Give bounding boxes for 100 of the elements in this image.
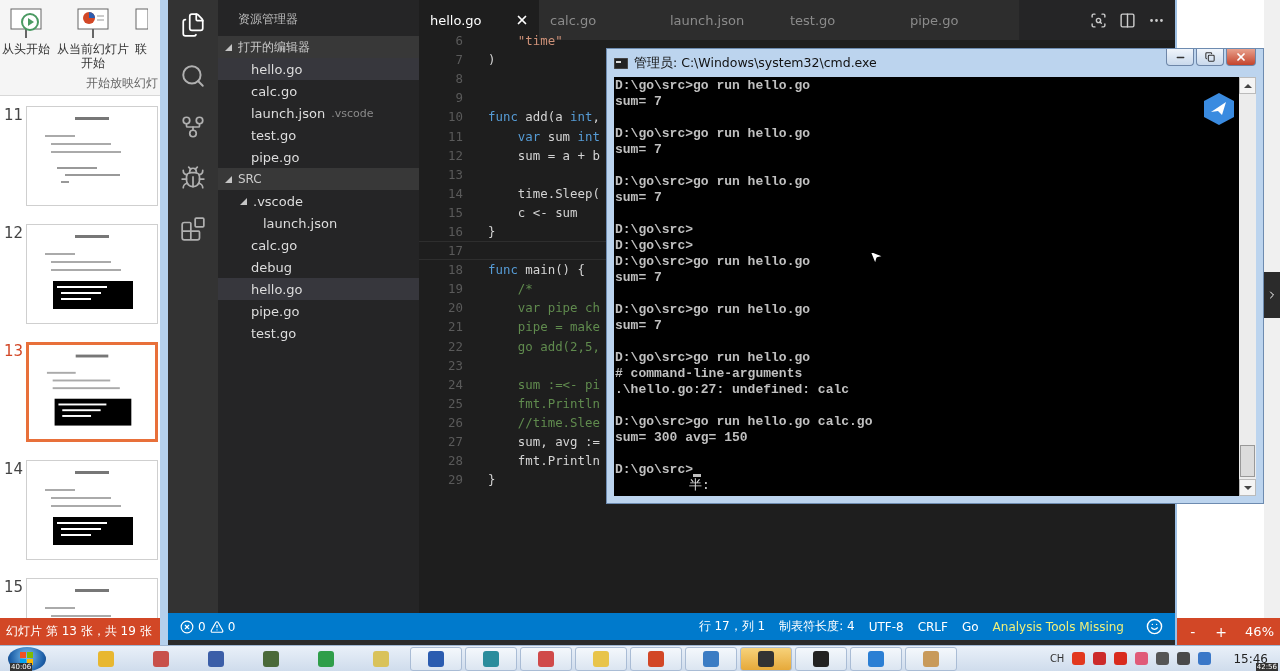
code-line: go add(2,5, <box>516 338 600 354</box>
line-number: 12 <box>447 147 463 163</box>
input-language[interactable]: CH <box>1049 653 1065 664</box>
file-item[interactable]: launch.json .vscode <box>218 102 419 124</box>
zoom-in-button[interactable]: + <box>1213 623 1230 640</box>
projector-play-icon <box>8 6 44 40</box>
taskbar-app-button[interactable] <box>410 646 462 671</box>
file-item[interactable]: test.go <box>218 124 419 146</box>
analysis-status[interactable]: Analysis Tools Missing <box>992 619 1124 634</box>
slide-number: 12 <box>3 224 25 242</box>
start-button[interactable] <box>8 646 46 671</box>
code-line: fmt.Println <box>516 395 600 411</box>
line-number: 24 <box>447 376 463 392</box>
search-icon[interactable] <box>1090 11 1107 29</box>
terminal-line: .\hello.go:27: undefined: calc <box>615 382 850 398</box>
slide-thumbnail[interactable] <box>26 460 158 560</box>
restore-button[interactable] <box>1196 49 1224 66</box>
section-header[interactable]: SRC <box>218 168 419 190</box>
code-line: } <box>488 472 496 488</box>
line-number: 26 <box>447 414 463 430</box>
sidebar-title: 资源管理器 <box>237 11 299 28</box>
taskbar-app-button[interactable] <box>795 646 847 671</box>
zoom-out-button[interactable]: - <box>1188 623 1198 640</box>
close-button[interactable] <box>1226 49 1256 66</box>
tray-icon[interactable] <box>1072 652 1086 665</box>
terminal-line: D:\go\src> <box>615 238 693 254</box>
code-line: sum = a + b <box>516 147 600 163</box>
slideshow-button[interactable]: 联 <box>134 6 148 56</box>
file-item[interactable]: pipe.go <box>218 146 419 168</box>
tray-icon[interactable] <box>1093 652 1107 665</box>
code-line: sum, avg := <box>516 434 600 449</box>
line-number: 14 <box>447 185 463 201</box>
line-number: 21 <box>447 319 463 335</box>
line-number: 27 <box>447 434 463 449</box>
taskbar-app-button[interactable] <box>740 646 792 671</box>
status-item[interactable]: UTF-8 <box>868 619 904 634</box>
code-line: c <- sum <box>516 204 578 220</box>
terminal-icon <box>614 57 628 69</box>
editor-tab[interactable]: launch.json <box>659 0 779 40</box>
projector-chart-icon <box>75 6 111 40</box>
terminal-line: D:\go\src> <box>615 462 693 478</box>
minimize-button[interactable] <box>1166 49 1194 66</box>
error-icon <box>180 619 194 634</box>
close-icon[interactable] <box>515 13 529 27</box>
scroll-down-button[interactable] <box>1239 479 1256 496</box>
file-item[interactable]: debug <box>218 256 419 278</box>
debug-icon[interactable] <box>178 164 208 192</box>
code-line: time.Sleep( <box>516 185 600 201</box>
terminal-line: D:\go\src>go run hello.go <box>615 78 811 94</box>
code-line: func add(a int, <box>488 109 600 125</box>
file-item[interactable]: test.go <box>218 322 419 344</box>
editor-tab[interactable]: pipe.go <box>899 0 1019 40</box>
ime-status: 半: <box>689 478 710 494</box>
line-number: 9 <box>454 90 463 106</box>
restore-icon <box>1205 52 1215 62</box>
section-header[interactable]: 打开的编辑器 <box>218 36 419 58</box>
status-item[interactable]: 制表符长度: 4 <box>779 618 855 635</box>
status-item[interactable]: Go <box>961 619 979 634</box>
line-number: 22 <box>447 338 463 354</box>
file-item[interactable]: calc.go <box>218 80 419 102</box>
terminal-line: D:\go\src>go run hello.go <box>615 174 811 190</box>
zoom-level: 46% <box>1245 624 1274 639</box>
file-item[interactable]: calc.go <box>218 234 419 256</box>
panel-toggle-button[interactable] <box>1264 272 1280 318</box>
line-number: 29 <box>447 472 463 488</box>
slide-thumbnail[interactable] <box>26 224 158 324</box>
slide-thumbnail[interactable] <box>26 342 158 442</box>
file-item[interactable]: pipe.go <box>218 300 419 322</box>
scrollbar-thumb[interactable] <box>1240 445 1255 477</box>
folder-item[interactable]: .vscode <box>218 190 419 212</box>
line-number: 11 <box>447 128 463 144</box>
editor-tab[interactable]: test.go <box>779 0 899 40</box>
line-number: 13 <box>447 166 463 182</box>
code-line: //time.Slee <box>516 414 600 430</box>
terminal-line: # command-line-arguments <box>615 366 803 382</box>
file-item[interactable]: launch.json <box>218 212 419 234</box>
tray-icon[interactable] <box>1177 652 1191 665</box>
code-line: pipe = make <box>516 319 600 335</box>
folder-hint: .vscode <box>331 106 374 120</box>
scrollbar[interactable] <box>1239 77 1256 496</box>
slide-thumbnail[interactable] <box>26 106 158 206</box>
error-count[interactable]: 0 <box>198 619 206 634</box>
tray-icon[interactable] <box>1156 652 1170 665</box>
slide-number: 15 <box>3 578 25 596</box>
tray-icon[interactable] <box>1198 652 1212 665</box>
extensions-icon[interactable] <box>178 215 208 243</box>
slideshow-button[interactable]: 从头开始 <box>0 6 52 56</box>
slideshow-button[interactable]: 从当前幻灯片开始 <box>54 6 132 70</box>
file-item[interactable]: hello.go <box>218 58 419 80</box>
split-editor-icon[interactable] <box>1119 11 1136 29</box>
line-number: 7 <box>454 52 463 68</box>
scroll-up-button[interactable] <box>1239 77 1256 94</box>
tray-icon[interactable] <box>1114 652 1128 665</box>
file-item[interactable]: hello.go <box>218 278 419 300</box>
terminal-line: sum= 7 <box>615 270 662 286</box>
terminal-line: D:\go\src>go run hello.go <box>615 350 811 366</box>
status-item[interactable]: 行 17，列 1 <box>698 618 766 635</box>
warning-count[interactable]: 0 <box>227 619 236 634</box>
status-item[interactable]: CRLF <box>917 619 948 634</box>
feedback-icon[interactable] <box>1146 618 1163 635</box>
